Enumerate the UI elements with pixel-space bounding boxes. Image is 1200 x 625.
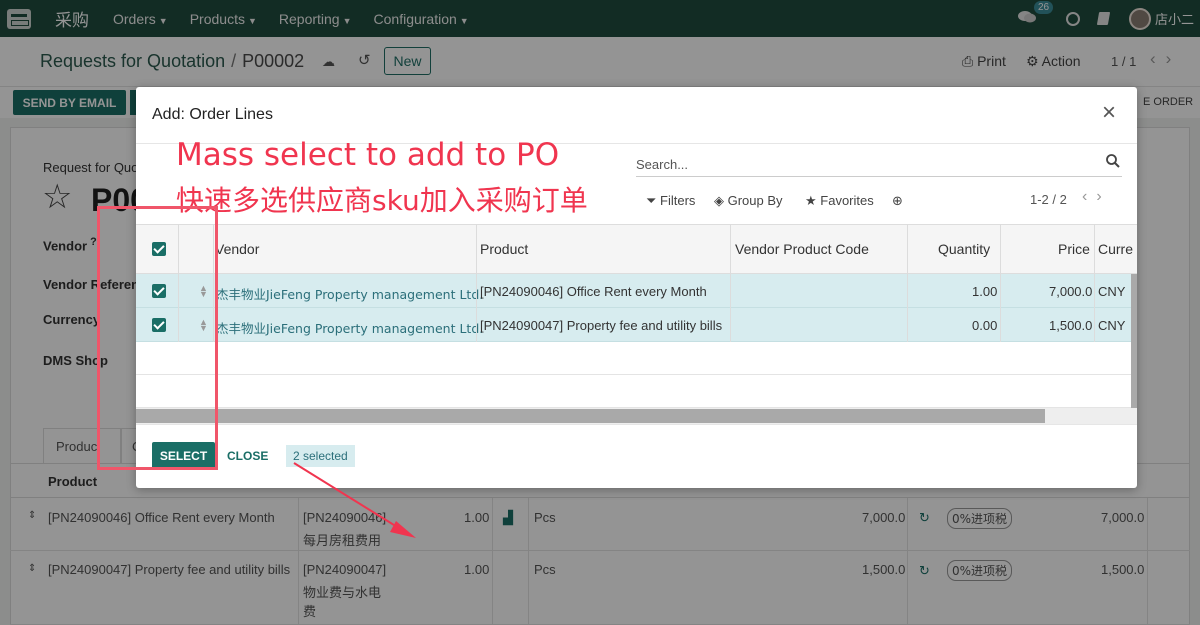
annotation-arrow <box>293 462 416 538</box>
